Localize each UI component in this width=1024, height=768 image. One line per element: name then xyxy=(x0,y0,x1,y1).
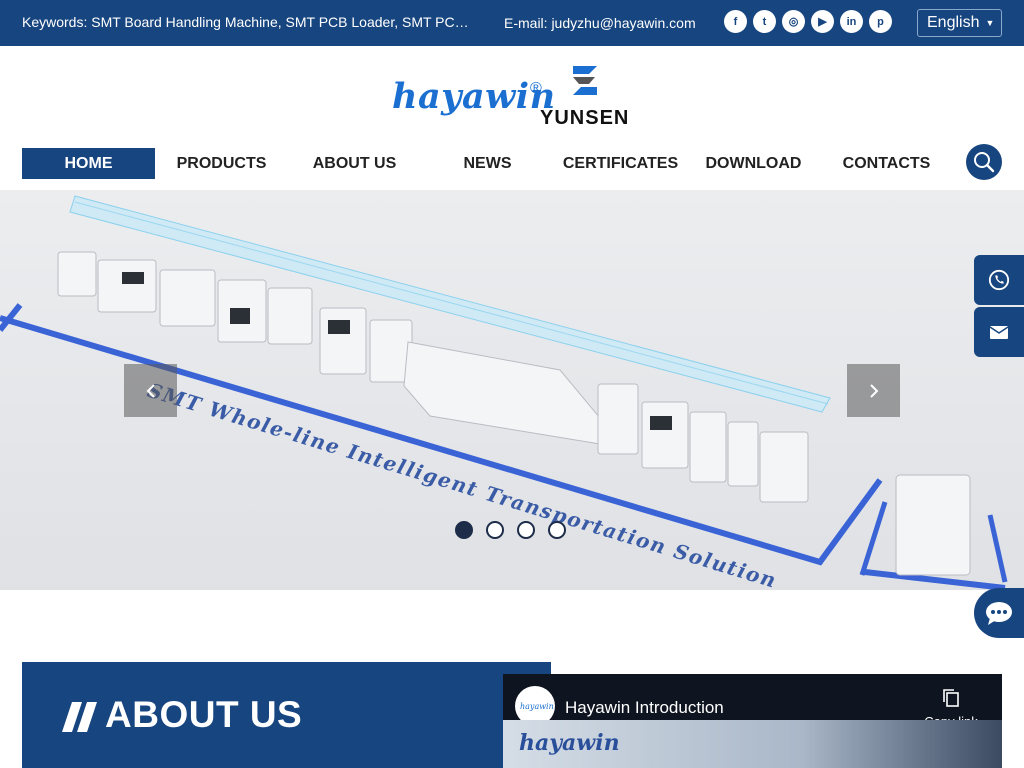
nav-download[interactable]: DOWNLOAD xyxy=(687,148,820,179)
hero-slider[interactable]: SMT Whole-line Intelligent Transportatio… xyxy=(0,190,1024,590)
social-links: f t ◎ ▶ in p xyxy=(724,10,892,33)
video-frame-brand: hayawin xyxy=(519,730,620,756)
site-logo[interactable]: hayawin ® YUNSEN xyxy=(390,62,630,132)
linkedin-icon[interactable]: in xyxy=(840,10,863,33)
about-section: ABOUT US xyxy=(22,662,551,768)
nav-news[interactable]: NEWS xyxy=(421,148,554,179)
chevron-right-icon xyxy=(869,383,878,398)
slider-dot-1[interactable] xyxy=(455,521,473,539)
slider-dot-4[interactable] xyxy=(548,521,566,539)
email-link[interactable]: E-mail: judyzhu@hayawin.com xyxy=(504,15,696,31)
whatsapp-button[interactable] xyxy=(974,255,1024,305)
keywords-text: Keywords: SMT Board Handling Machine, SM… xyxy=(22,14,470,30)
slider-dot-3[interactable] xyxy=(517,521,535,539)
search-icon xyxy=(974,152,995,173)
copy-icon xyxy=(943,689,959,707)
caret-down-icon: ▼ xyxy=(985,18,995,28)
intro-video[interactable]: hayawin Hayawin Introduction Copy link h… xyxy=(503,674,1002,768)
nav-home[interactable]: HOME xyxy=(22,148,155,179)
nav-certificates[interactable]: CERTIFICATES xyxy=(554,148,687,179)
header: hayawin ® YUNSEN HOME PRODUCTS ABOUT US … xyxy=(0,46,1024,190)
instagram-icon[interactable]: ◎ xyxy=(782,10,805,33)
email-float-button[interactable] xyxy=(974,307,1024,357)
facebook-icon[interactable]: f xyxy=(724,10,747,33)
nav-contacts[interactable]: CONTACTS xyxy=(820,148,953,179)
chevron-left-icon xyxy=(146,383,155,398)
phone-icon xyxy=(988,269,1010,291)
twitter-icon[interactable]: t xyxy=(753,10,776,33)
live-chat-button[interactable] xyxy=(974,588,1024,638)
slider-dots xyxy=(455,521,566,539)
slider-dot-2[interactable] xyxy=(486,521,504,539)
partner-name: YUNSEN xyxy=(540,107,630,129)
pinterest-icon[interactable]: p xyxy=(869,10,892,33)
yunsen-logo-icon xyxy=(573,66,597,95)
svg-text:hayawin: hayawin xyxy=(520,702,554,711)
language-select[interactable]: English ▼ xyxy=(917,9,1002,37)
slash-decoration-icon xyxy=(62,702,97,732)
registered-mark: ® xyxy=(530,80,542,97)
nav-products[interactable]: PRODUCTS xyxy=(155,148,288,179)
main-nav: HOME PRODUCTS ABOUT US NEWS CERTIFICATES… xyxy=(22,148,953,180)
slider-prev-button[interactable] xyxy=(124,364,177,417)
top-bar: Keywords: SMT Board Handling Machine, SM… xyxy=(0,0,1024,46)
mail-icon xyxy=(989,326,1009,339)
video-title[interactable]: Hayawin Introduction xyxy=(565,698,724,718)
language-label: English xyxy=(927,14,980,31)
video-frame: hayawin xyxy=(503,720,1002,768)
youtube-icon[interactable]: ▶ xyxy=(811,10,834,33)
nav-about-us[interactable]: ABOUT US xyxy=(288,148,421,179)
slider-next-button[interactable] xyxy=(847,364,900,417)
chat-icon xyxy=(986,602,1012,625)
about-title: ABOUT US xyxy=(105,694,303,735)
search-button[interactable] xyxy=(966,144,1002,180)
